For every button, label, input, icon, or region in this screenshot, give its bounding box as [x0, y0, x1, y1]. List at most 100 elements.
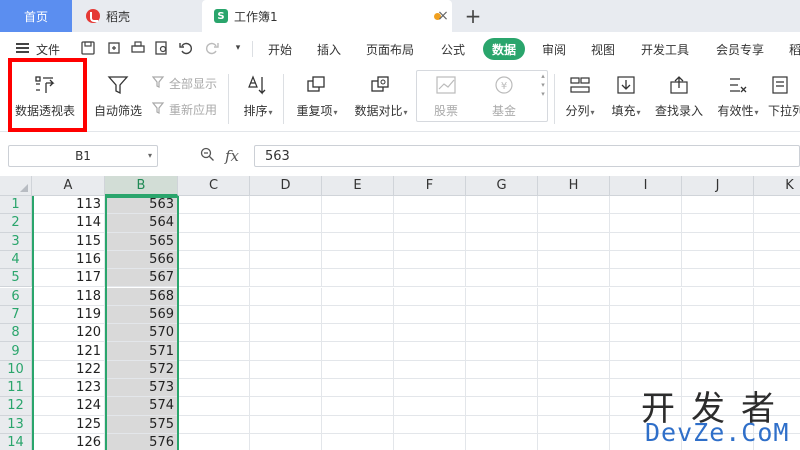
row-header[interactable]: 3 [0, 232, 32, 251]
cell-c10[interactable] [178, 360, 250, 379]
cell-e7[interactable] [322, 305, 394, 325]
cell-h1[interactable] [538, 196, 610, 215]
cell-j3[interactable] [682, 232, 754, 251]
menu-view[interactable]: 视图 [591, 32, 615, 66]
cell-b7[interactable]: 569 [105, 305, 178, 325]
cell-i7[interactable] [610, 305, 682, 325]
cell-e4[interactable] [322, 250, 394, 270]
cell-a6[interactable]: 118 [32, 287, 105, 306]
cell-i5[interactable] [610, 269, 682, 288]
row-header[interactable]: 4 [0, 250, 32, 270]
cell-j10[interactable] [682, 360, 754, 379]
cell-a12[interactable]: 124 [32, 397, 105, 416]
cell-f12[interactable] [394, 397, 466, 416]
cell-h5[interactable] [538, 269, 610, 288]
cell-c12[interactable] [178, 397, 250, 416]
cell-k10[interactable] [754, 361, 800, 379]
cell-d3[interactable] [250, 232, 322, 251]
cell-e2[interactable] [322, 214, 394, 233]
save-icon[interactable] [80, 40, 96, 56]
cell-d14[interactable] [250, 433, 322, 450]
cell-c11[interactable] [178, 379, 250, 398]
fund-button[interactable]: ¥ 基金 [482, 72, 526, 119]
row-header[interactable]: 1 [0, 196, 32, 215]
cell-a11[interactable]: 123 [32, 379, 105, 398]
cell-a5[interactable]: 117 [32, 269, 105, 288]
cell-d5[interactable] [250, 269, 322, 288]
row-header[interactable]: 10 [0, 360, 32, 379]
sort-button[interactable]: 排序▾ [238, 72, 278, 119]
cell-a14[interactable]: 126 [32, 433, 105, 450]
cell-a8[interactable]: 120 [32, 324, 105, 343]
cell-f3[interactable] [394, 232, 466, 251]
cell-i9[interactable] [610, 342, 682, 361]
cell-c8[interactable] [178, 324, 250, 343]
cell-f11[interactable] [394, 379, 466, 398]
cell-g7[interactable] [466, 305, 538, 325]
cell-g1[interactable] [466, 196, 538, 215]
cell-b5[interactable]: 567 [105, 269, 178, 288]
fill-button[interactable]: 填充▾ [606, 72, 646, 119]
cell-k3[interactable] [754, 233, 800, 251]
cell-h11[interactable] [538, 379, 610, 398]
cell-f4[interactable] [394, 250, 466, 270]
lookup-entry-button[interactable]: 查找录入 [652, 72, 706, 119]
menu-daoke[interactable]: 稻 [789, 32, 800, 66]
cell-c13[interactable] [178, 415, 250, 434]
cell-i4[interactable] [610, 250, 682, 270]
cell-k4[interactable] [754, 251, 800, 270]
cell-b2[interactable]: 564 [105, 214, 178, 233]
row-header[interactable]: 2 [0, 214, 32, 233]
fx-icon[interactable]: fx [225, 147, 239, 165]
column-header-g[interactable]: G [466, 176, 538, 196]
row-header[interactable]: 11 [0, 379, 32, 398]
cell-b13[interactable]: 575 [105, 415, 178, 434]
cell-b12[interactable]: 574 [105, 397, 178, 416]
cell-b6[interactable]: 568 [105, 287, 178, 306]
cell-e6[interactable] [322, 287, 394, 306]
cell-f2[interactable] [394, 214, 466, 233]
cell-d9[interactable] [250, 342, 322, 361]
cell-h3[interactable] [538, 232, 610, 251]
cell-j1[interactable] [682, 196, 754, 215]
cell-h10[interactable] [538, 360, 610, 379]
redo-icon[interactable] [204, 40, 220, 56]
row-header[interactable]: 7 [0, 305, 32, 325]
cell-e5[interactable] [322, 269, 394, 288]
cell-i3[interactable] [610, 232, 682, 251]
column-header-j[interactable]: J [682, 176, 754, 196]
cell-g6[interactable] [466, 287, 538, 306]
row-header[interactable]: 9 [0, 342, 32, 361]
cell-i1[interactable] [610, 196, 682, 215]
cell-d2[interactable] [250, 214, 322, 233]
menu-review[interactable]: 审阅 [542, 32, 566, 66]
cell-k9[interactable] [754, 342, 800, 361]
cell-c6[interactable] [178, 287, 250, 306]
cell-j9[interactable] [682, 342, 754, 361]
dropdown-list-button[interactable]: 下拉列 [768, 72, 800, 119]
cell-d4[interactable] [250, 250, 322, 270]
cell-b10[interactable]: 572 [105, 360, 178, 379]
cell-g9[interactable] [466, 342, 538, 361]
cell-h14[interactable] [538, 433, 610, 450]
cell-b14[interactable]: 576 [105, 433, 178, 450]
cell-a9[interactable]: 121 [32, 342, 105, 361]
cell-f9[interactable] [394, 342, 466, 361]
cell-d11[interactable] [250, 379, 322, 398]
cell-k5[interactable] [754, 269, 800, 288]
cell-e9[interactable] [322, 342, 394, 361]
tab-workbook[interactable]: S 工作簿1 × [202, 0, 452, 32]
print-icon[interactable] [130, 40, 146, 56]
cell-e3[interactable] [322, 232, 394, 251]
cell-c4[interactable] [178, 250, 250, 270]
cell-b9[interactable]: 571 [105, 342, 178, 361]
cell-h13[interactable] [538, 415, 610, 434]
cell-d10[interactable] [250, 360, 322, 379]
menu-insert[interactable]: 插入 [317, 32, 341, 66]
column-header-h[interactable]: H [538, 176, 610, 196]
duplicates-button[interactable]: 重复项▾ [292, 72, 342, 119]
cell-g13[interactable] [466, 415, 538, 434]
cell-f8[interactable] [394, 324, 466, 343]
cell-a2[interactable]: 114 [32, 214, 105, 233]
cell-h4[interactable] [538, 250, 610, 270]
